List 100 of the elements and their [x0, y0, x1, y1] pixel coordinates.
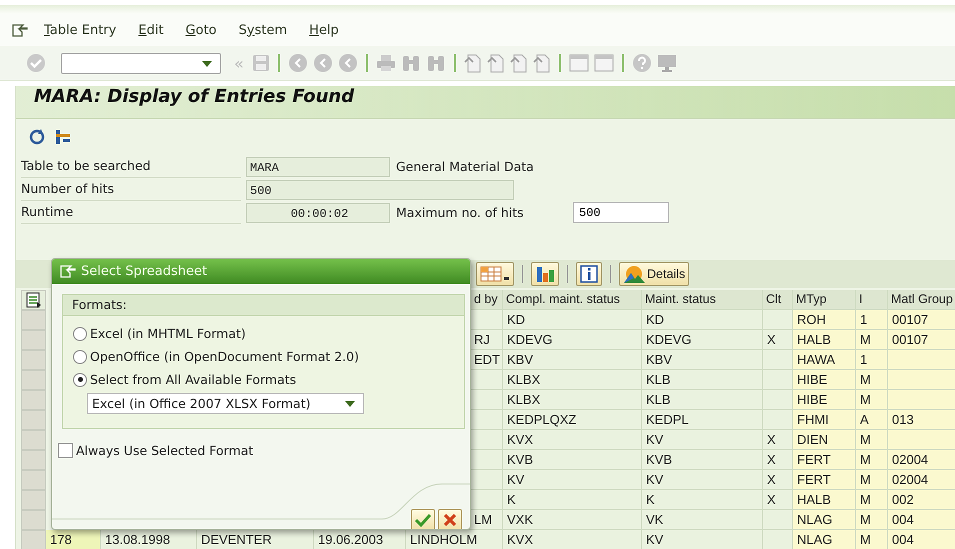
- table-cell: HALB: [793, 490, 856, 510]
- column-header[interactable]: Compl. maint. status: [503, 290, 642, 310]
- table-cell: [763, 310, 793, 330]
- table-cell: [763, 530, 793, 549]
- info-button[interactable]: [576, 262, 602, 286]
- table-cell: M: [856, 470, 888, 490]
- table-cell: HIBE: [793, 390, 856, 410]
- field-label: General Material Data: [396, 159, 535, 174]
- display-field: MARA: [246, 156, 390, 176]
- menu-item[interactable]: Help: [309, 22, 339, 38]
- column-header[interactable]: I: [856, 290, 888, 310]
- chart-button[interactable]: [531, 262, 559, 286]
- table-cell: KLBX: [503, 370, 642, 390]
- table-cell: VXK: [503, 510, 642, 530]
- group-title: Formats:: [72, 297, 127, 312]
- table-cell: NLAG: [793, 530, 856, 549]
- command-field[interactable]: [61, 52, 221, 74]
- table-cell: 004: [888, 530, 955, 549]
- table-cell: M: [856, 390, 888, 410]
- page-icon[interactable]: [486, 53, 505, 73]
- window-icon[interactable]: [568, 54, 589, 72]
- table-cell: M: [856, 510, 888, 530]
- window-icon[interactable]: [594, 54, 614, 72]
- landscape-icon[interactable]: [623, 265, 645, 283]
- field-label: Runtime: [21, 201, 241, 224]
- table-cell: M: [856, 330, 888, 350]
- page-icon[interactable]: [532, 53, 551, 73]
- help-icon[interactable]: [632, 53, 652, 73]
- binoculars-icon[interactable]: [400, 54, 421, 72]
- table-cell: KLB: [642, 390, 763, 410]
- save-icon[interactable]: [252, 54, 270, 72]
- menu-item[interactable]: Edit: [138, 22, 164, 38]
- navigation-icon[interactable]: [338, 53, 358, 73]
- navigation-icon[interactable]: [288, 53, 308, 73]
- page-icon[interactable]: [464, 53, 482, 73]
- column-header[interactable]: Matl Group: [888, 290, 955, 310]
- table-cell: M: [856, 450, 888, 470]
- info-icon[interactable]: [580, 265, 598, 283]
- column-header[interactable]: MTyp: [793, 290, 856, 310]
- format-dropdown[interactable]: Excel (in Office 2007 XLSX Format): [87, 393, 364, 414]
- dialog-title: Select Spreadsheet: [81, 264, 208, 279]
- checkmark-icon[interactable]: [415, 513, 431, 527]
- radio-circle[interactable]: [73, 326, 87, 340]
- ok-button[interactable]: [411, 509, 435, 529]
- table-cell: KBV: [503, 350, 642, 370]
- table-cell: M: [856, 430, 888, 450]
- bar-chart-icon[interactable]: [535, 265, 555, 283]
- table-cell: KEDPLQXZ: [503, 410, 642, 430]
- caret-icon[interactable]: [202, 60, 212, 66]
- table-cell: 1: [856, 350, 888, 370]
- checkbox[interactable]: [58, 443, 73, 458]
- radio-option[interactable]: Select from All Available Formats: [73, 368, 464, 391]
- page-icon[interactable]: [510, 53, 528, 73]
- column-header[interactable]: Maint. status: [642, 290, 763, 310]
- input-field[interactable]: 500: [573, 202, 669, 223]
- radio-circle[interactable]: [73, 350, 87, 364]
- table-cell: KVB: [503, 450, 642, 470]
- check-icon[interactable]: [26, 53, 46, 73]
- table-cell: 1: [856, 310, 888, 330]
- table-cell: KEDPL: [642, 410, 763, 430]
- caret-icon[interactable]: [345, 401, 355, 407]
- table-cell: 00107: [888, 310, 955, 330]
- menu-item[interactable]: Table Entry: [44, 22, 116, 38]
- table-cell: K: [642, 490, 763, 510]
- menu-icon[interactable]: [12, 24, 28, 36]
- table-cell: KV: [503, 470, 642, 490]
- navigation-icon[interactable]: [312, 53, 333, 73]
- table-cell: KLB: [642, 370, 763, 390]
- table-cell: KVX: [503, 530, 642, 549]
- cancel-button[interactable]: [438, 509, 462, 529]
- table-cell: VK: [642, 510, 763, 530]
- table-cell: 013: [888, 410, 955, 430]
- table-cell: 13.08.1998: [101, 530, 197, 549]
- table-cell: KV: [642, 430, 763, 450]
- refresh-icon[interactable]: [28, 128, 46, 146]
- radio-circle[interactable]: [73, 372, 87, 386]
- table-cell: FERT: [793, 470, 856, 490]
- close-icon[interactable]: [443, 513, 457, 527]
- table-cell: [888, 350, 955, 370]
- select-all-cell[interactable]: [21, 290, 46, 310]
- table-cell: HAWA: [793, 350, 856, 370]
- details-button[interactable]: Details: [619, 262, 690, 286]
- spreadsheet-icon[interactable]: [26, 292, 42, 308]
- table-cell: 00107: [888, 330, 955, 350]
- print-icon[interactable]: [376, 54, 396, 72]
- monitor-icon[interactable]: [656, 53, 677, 73]
- table-cell: 02004: [888, 450, 955, 470]
- table-cell: KDEVG: [642, 330, 763, 350]
- checkbox-option[interactable]: Always Use Selected Format: [58, 443, 470, 458]
- table-cell: DEVENTER: [197, 530, 314, 549]
- table-cell: DIEN: [793, 430, 856, 450]
- table-cell: X: [763, 330, 793, 350]
- binoculars-icon[interactable]: [426, 54, 446, 72]
- table-cell: M: [856, 370, 888, 390]
- menu-item[interactable]: System: [238, 22, 288, 38]
- menu-item[interactable]: Goto: [186, 22, 217, 38]
- table-cell: NLAG: [793, 510, 856, 530]
- field-label: Table to be searched: [21, 155, 241, 178]
- table-cell: 002: [888, 490, 955, 510]
- column-header[interactable]: Clt: [763, 290, 793, 310]
